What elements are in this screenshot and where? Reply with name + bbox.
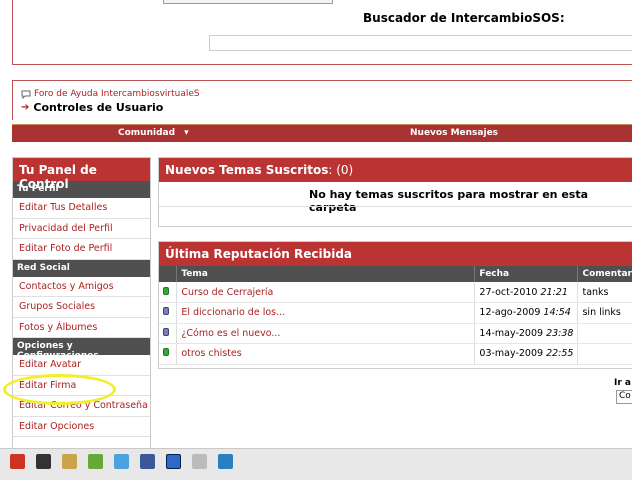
subscribed-footer bbox=[159, 206, 632, 226]
nav-comunidad[interactable]: Comunidad ▾ bbox=[118, 128, 189, 138]
date-value: 27-oct-2010 bbox=[479, 286, 538, 298]
sidebar-section-opciones: Opciones y Configuraciones bbox=[13, 338, 150, 361]
speech-bubble-icon bbox=[21, 90, 31, 99]
jump-label: Ir a bbox=[614, 378, 631, 388]
table-row: ¿Cómo es el nuevo... 14-may-2009 23:38 bbox=[159, 323, 632, 344]
status-blue-icon bbox=[163, 307, 169, 316]
reputation-header-row: Tema Fecha Comentar bbox=[159, 266, 632, 282]
page-title: Controles de Usuario bbox=[33, 101, 164, 114]
reputation-table: Tema Fecha Comentar Curso de Cerrajería … bbox=[159, 266, 632, 365]
app-gray-icon[interactable] bbox=[192, 454, 207, 469]
reputation-title: Última Reputación Recibida bbox=[159, 242, 632, 266]
status-green-icon bbox=[163, 348, 169, 357]
comment-cell bbox=[577, 323, 632, 344]
sidebar-section-red-social: Red Social bbox=[13, 259, 150, 277]
facebook-icon[interactable] bbox=[140, 454, 155, 469]
status-cell bbox=[159, 302, 178, 324]
status-cell bbox=[159, 323, 178, 344]
breadcrumb: Foro de Ayuda IntercambiosvirtualeS ➔ Co… bbox=[12, 80, 632, 120]
highlight-circle bbox=[3, 374, 116, 405]
tema-link[interactable]: El diccionario de los... bbox=[176, 302, 476, 324]
sidebar-item-fotos[interactable]: Fotos y Álbumes bbox=[13, 318, 150, 338]
comment-cell bbox=[577, 343, 632, 365]
navbar: Comunidad ▾ Nuevos Mensajes bbox=[12, 124, 632, 142]
status-cell bbox=[159, 282, 178, 303]
table-row: Curso de Cerrajería 27-oct-2010 21:21 ta… bbox=[159, 282, 632, 303]
taskbar bbox=[0, 448, 632, 480]
sidebar-title: Tu Panel de Control bbox=[13, 158, 150, 191]
date-cell: 14-may-2009 23:38 bbox=[474, 323, 579, 344]
forum-link[interactable]: Foro de Ayuda IntercambiosvirtualeS bbox=[34, 89, 200, 99]
table-row: El diccionario de los... 12-ago-2009 14:… bbox=[159, 302, 632, 324]
subscribed-header: Nuevos Temas Suscritos: (0) bbox=[159, 158, 632, 182]
time-value: 21:21 bbox=[540, 286, 568, 298]
nav-comunidad-label: Comunidad bbox=[118, 128, 176, 138]
sidebar-item-editar-detalles[interactable]: Editar Tus Detalles bbox=[13, 198, 150, 219]
app-red-icon[interactable] bbox=[10, 454, 25, 469]
time-value: 23:38 bbox=[546, 327, 574, 339]
app-blue-icon[interactable] bbox=[166, 454, 181, 469]
status-cell bbox=[159, 343, 178, 365]
tema-link[interactable]: otros chistes bbox=[176, 343, 476, 365]
time-value: 22:55 bbox=[546, 348, 574, 360]
nav-nuevos-mensajes[interactable]: Nuevos Mensajes bbox=[410, 128, 498, 138]
subscribed-threads-panel: Nuevos Temas Suscritos: (0) No hay temas… bbox=[158, 157, 632, 227]
date-cell: 03-may-2009 22:55 bbox=[474, 343, 579, 365]
chat-icon[interactable] bbox=[218, 454, 233, 469]
date-value: 14-may-2009 bbox=[479, 327, 544, 339]
search-input[interactable] bbox=[209, 35, 632, 51]
sidebar-item-opciones[interactable]: Editar Opciones bbox=[13, 417, 150, 437]
search-title: Buscador de IntercambioSOS: bbox=[363, 11, 565, 25]
sidebar-item-foto-perfil[interactable]: Editar Foto de Perfil bbox=[13, 239, 150, 260]
arrow-right-icon: ➔ bbox=[21, 102, 30, 113]
sidebar-item-contactos[interactable]: Contactos y Amigos bbox=[13, 277, 150, 297]
folder-icon[interactable] bbox=[62, 454, 77, 469]
chevron-down-icon: ▾ bbox=[184, 128, 189, 138]
subscribed-count: : (0) bbox=[328, 163, 354, 177]
status-blue-icon bbox=[163, 327, 169, 336]
tema-link[interactable]: Curso de Cerrajería bbox=[176, 282, 476, 303]
subscribed-title: Nuevos Temas Suscritos bbox=[165, 163, 329, 177]
comment-cell: sin links bbox=[577, 302, 632, 324]
twitter-icon[interactable] bbox=[114, 454, 129, 469]
status-green-icon bbox=[163, 286, 169, 295]
date-cell: 27-oct-2010 21:21 bbox=[474, 282, 579, 303]
comment-cell: tanks bbox=[577, 282, 632, 303]
top-tab-stub bbox=[163, 0, 333, 4]
date-cell: 12-ago-2009 14:54 bbox=[474, 302, 579, 324]
app-green-icon[interactable] bbox=[88, 454, 103, 469]
column-comentar: Comentar bbox=[577, 266, 632, 282]
tema-link[interactable]: ¿Cómo es el nuevo... bbox=[176, 323, 476, 344]
page-title-row: ➔ Controles de Usuario bbox=[21, 101, 163, 114]
reputation-panel: Última Reputación Recibida Tema Fecha Co… bbox=[158, 241, 632, 369]
jump-select[interactable]: Co bbox=[616, 390, 632, 404]
app-dark-icon[interactable] bbox=[36, 454, 51, 469]
column-fecha: Fecha bbox=[474, 266, 579, 282]
sidebar-item-grupos[interactable]: Grupos Sociales bbox=[13, 297, 150, 318]
date-value: 12-ago-2009 bbox=[479, 307, 541, 319]
table-row: otros chistes 03-may-2009 22:55 bbox=[159, 343, 632, 365]
sidebar-item-privacidad[interactable]: Privacidad del Perfil bbox=[13, 219, 150, 239]
column-tema: Tema bbox=[176, 266, 476, 282]
date-value: 03-may-2009 bbox=[479, 348, 544, 360]
breadcrumb-link-row: Foro de Ayuda IntercambiosvirtualeS bbox=[21, 89, 200, 99]
header-box: Buscador de IntercambioSOS: bbox=[12, 0, 632, 65]
sidebar-section-tu-perfil: Tu Perfil bbox=[13, 181, 150, 198]
sidebar: Tu Panel de Control Tu Perfil Editar Tus… bbox=[12, 157, 151, 457]
status-column-header bbox=[159, 266, 178, 282]
time-value: 14:54 bbox=[543, 307, 571, 319]
